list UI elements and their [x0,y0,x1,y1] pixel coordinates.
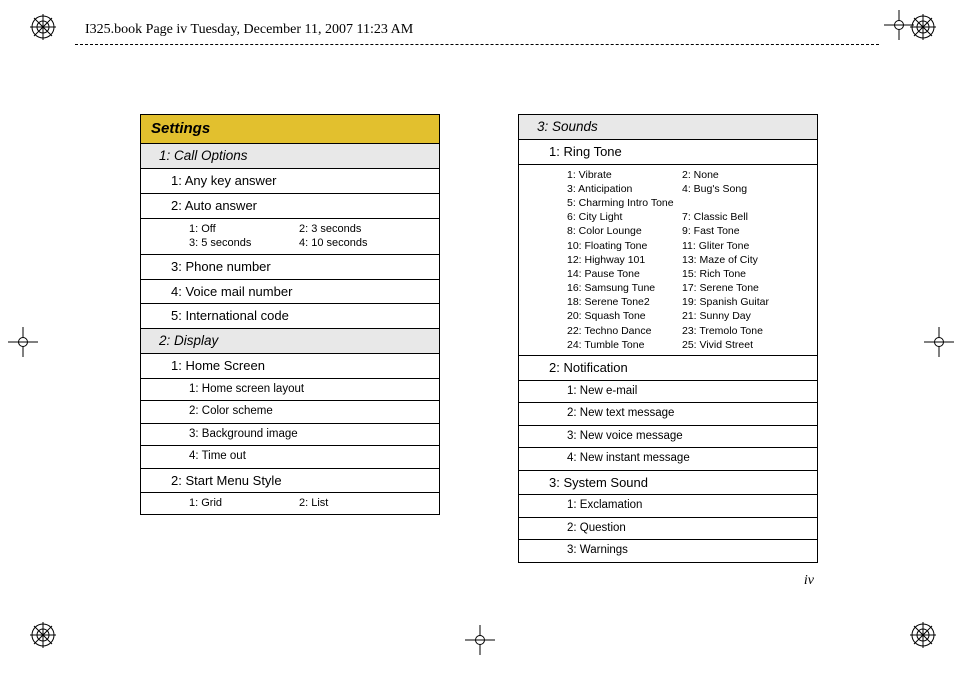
item-auto-answer: 2: Auto answer [141,194,439,219]
crop-mark-icon [8,327,38,357]
ring-tone-options: 1: Vibrate2: None 3: Anticipation4: Bug'… [519,165,817,356]
subsection-call-options: 1: Call Options [141,144,439,169]
settings-table-left: Settings 1: Call Options 1: Any key answ… [140,114,440,515]
item-home-screen-layout: 1: Home screen layout [141,379,439,402]
registration-mark-icon [910,622,936,648]
registration-mark-icon [30,14,56,40]
item-ring-tone: 1: Ring Tone [519,140,817,165]
subsection-display: 2: Display [141,329,439,354]
crop-mark-icon [924,327,954,357]
page-number: iv [804,573,814,589]
crop-mark-icon [884,10,914,40]
item-voice-mail-number: 4: Voice mail number [141,280,439,305]
item-new-text-message: 2: New text message [519,403,817,426]
start-menu-options: 1: Grid2: List [141,493,439,514]
section-header-settings: Settings [141,115,439,144]
crop-mark-icon [465,625,495,655]
item-color-scheme: 2: Color scheme [141,401,439,424]
subsection-sounds: 3: Sounds [519,115,817,140]
item-start-menu-style: 2: Start Menu Style [141,469,439,494]
header-text: I325.book Page iv Tuesday, December 11, … [75,22,413,38]
registration-mark-icon [30,622,56,648]
item-background-image: 3: Background image [141,424,439,447]
settings-table-right: 3: Sounds 1: Ring Tone 1: Vibrate2: None… [518,114,818,563]
item-new-voice-message: 3: New voice message [519,426,817,449]
item-notification: 2: Notification [519,356,817,381]
item-warnings: 3: Warnings [519,540,817,562]
auto-answer-options: 1: Off2: 3 seconds 3: 5 seconds4: 10 sec… [141,219,439,256]
item-new-instant-message: 4: New instant message [519,448,817,471]
header-bar: I325.book Page iv Tuesday, December 11, … [75,15,879,45]
item-time-out: 4: Time out [141,446,439,469]
item-new-email: 1: New e-mail [519,381,817,404]
item-exclamation: 1: Exclamation [519,495,817,518]
item-home-screen: 1: Home Screen [141,354,439,379]
item-system-sound: 3: System Sound [519,471,817,496]
item-question: 2: Question [519,518,817,541]
item-international-code: 5: International code [141,304,439,329]
item-any-key-answer: 1: Any key answer [141,169,439,194]
item-phone-number: 3: Phone number [141,255,439,280]
